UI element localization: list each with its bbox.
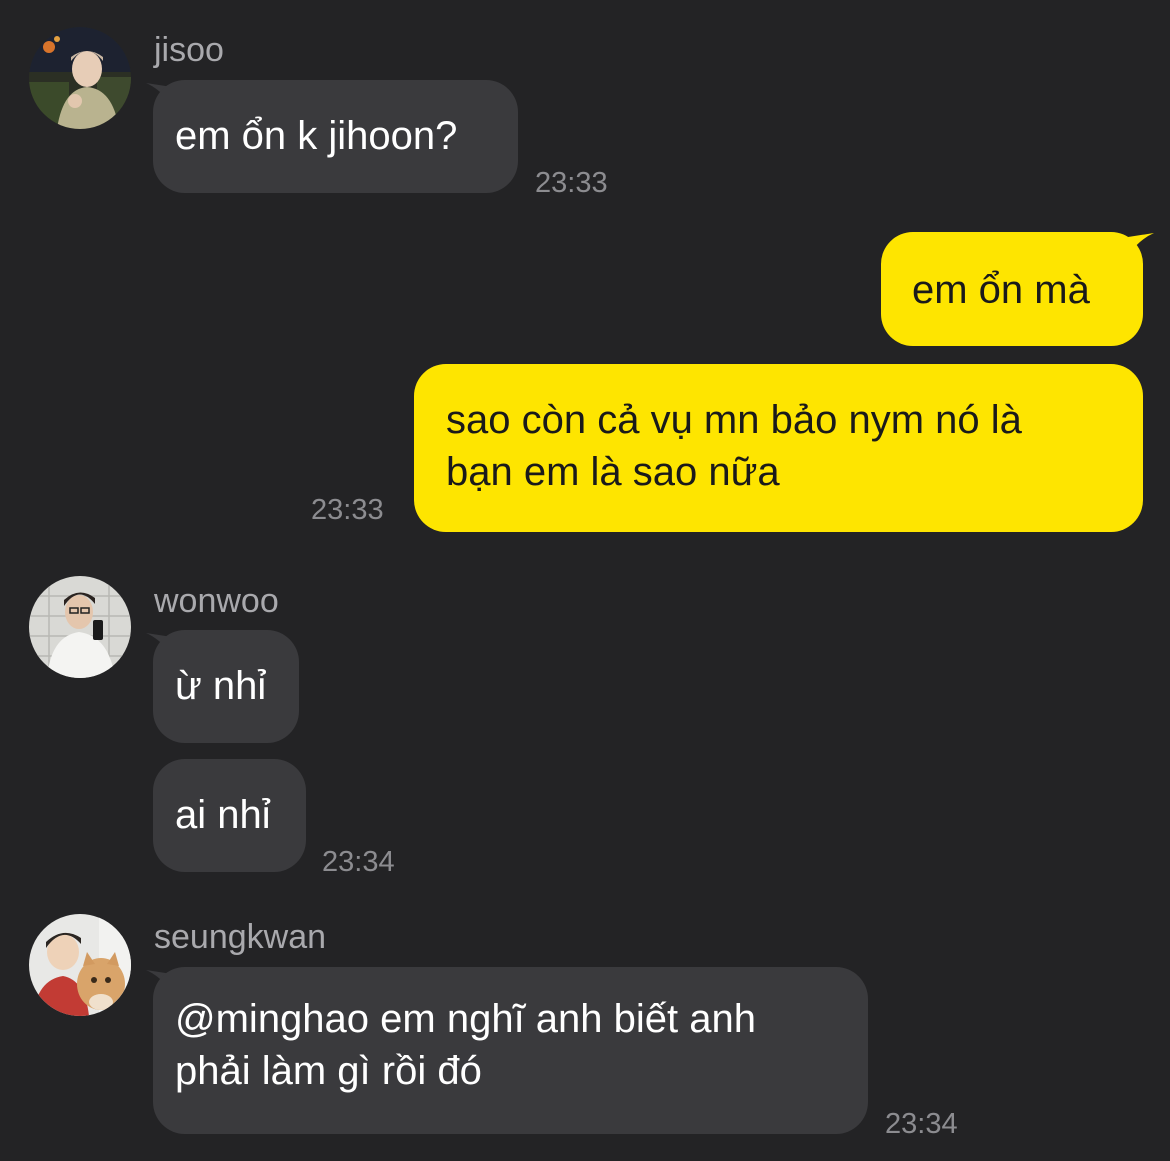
message-bubble-outgoing[interactable]: em ổn mà: [881, 232, 1143, 346]
message-text: em ổn mà: [912, 268, 1090, 312]
message-bubble[interactable]: ừ nhỉ: [153, 630, 299, 743]
jisoo-avatar-photo: [29, 27, 131, 129]
sender-name-wonwoo: wonwoo: [154, 582, 279, 620]
message-timestamp: 23:33: [311, 494, 384, 526]
message-bubble-outgoing[interactable]: sao còn cả vụ mn bảo nym nó là bạn em là…: [414, 364, 1143, 532]
message-bubble[interactable]: @minghao em nghĩ anh biết anh phải làm g…: [153, 967, 868, 1134]
message-bubble[interactable]: ai nhỉ: [153, 759, 306, 872]
wonwoo-avatar[interactable]: [29, 576, 131, 678]
seungkwan-avatar[interactable]: [29, 914, 131, 1016]
message-text-line: sao còn cả vụ mn bảo nym nó là: [446, 398, 1022, 442]
message-text: em ổn k jihoon?: [175, 114, 458, 158]
chat-screen: { "colors": { "background": "#232325", "…: [0, 0, 1170, 1161]
message-text-line: bạn em là sao nữa: [446, 450, 780, 494]
message-text: ừ nhỉ: [175, 664, 267, 708]
message-text-line: phải làm gì rồi đó: [175, 1049, 482, 1093]
message-timestamp: 23:34: [885, 1108, 958, 1140]
sender-name-seungkwan: seungkwan: [154, 918, 327, 956]
message-bubble[interactable]: em ổn k jihoon?: [153, 80, 518, 193]
message-text: ai nhỉ: [175, 793, 271, 837]
message-timestamp: 23:33: [535, 167, 608, 199]
jisoo-avatar[interactable]: [29, 27, 131, 129]
message-text-line: @minghao em nghĩ anh biết anh: [175, 997, 756, 1041]
message-timestamp: 23:34: [322, 846, 395, 878]
wonwoo-avatar-photo: [29, 576, 131, 678]
seungkwan-avatar-photo: [29, 914, 131, 1016]
sender-name-jisoo: jisoo: [154, 31, 224, 69]
